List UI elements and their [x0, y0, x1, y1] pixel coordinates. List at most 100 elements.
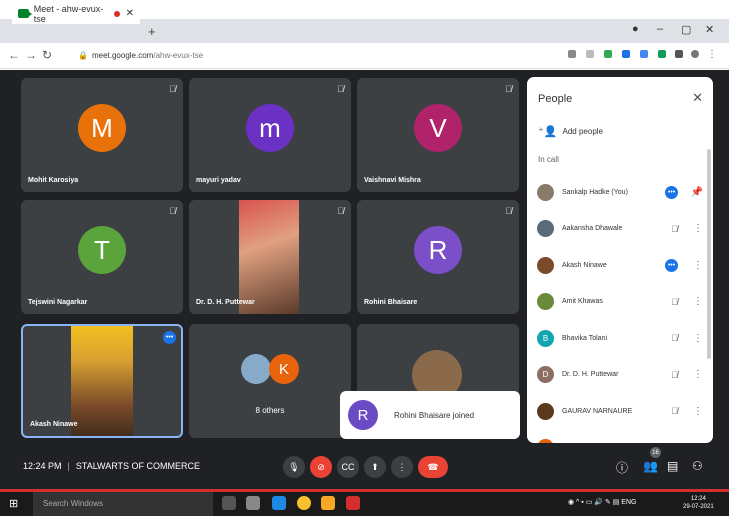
list-item[interactable]: Aakansha Dhawale 🎙̸ ⋮	[527, 211, 713, 248]
more-vert-icon[interactable]: ⋮	[693, 333, 703, 344]
activities-icon[interactable]: ⚇	[692, 459, 703, 473]
participant-tile[interactable]: 🎙̸ Dr. D. H. Puttewar	[189, 200, 351, 314]
participant-tile[interactable]: 🎙̸ V Vaishnavi Mishra	[357, 78, 519, 192]
more-vert-icon[interactable]: ⋮	[693, 442, 703, 443]
windows-start-icon[interactable]: ⊞	[9, 497, 18, 510]
avatar: R	[348, 400, 378, 430]
back-icon[interactable]: ←	[8, 48, 20, 62]
more-options-button[interactable]: ⋮	[391, 456, 413, 478]
language-indicator: ENG	[621, 499, 637, 506]
extension-icon[interactable]	[604, 50, 612, 58]
reload-icon[interactable]: ↻	[42, 48, 52, 62]
extension-icon[interactable]	[622, 50, 630, 58]
avatar	[537, 256, 554, 274]
list-item[interactable]: Akash Ninawe ••• ⋮	[527, 247, 713, 284]
pin-icon[interactable]: 📌	[691, 187, 703, 198]
new-tab-icon[interactable]: +	[148, 24, 156, 39]
list-item[interactable]: Sankalp Hadke (You) ••• 📌	[527, 174, 713, 211]
list-item[interactable]: Amit Khawas 🎙̸ ⋮	[527, 284, 713, 321]
participant-video	[71, 326, 133, 436]
tab-title: Meet - ahw-evux-tse	[33, 3, 104, 24]
extension-icon[interactable]	[640, 50, 648, 58]
participant-count-badge: 16	[650, 447, 661, 458]
minimize-icon[interactable]: –	[657, 23, 663, 35]
chat-icon[interactable]: ▤	[667, 459, 678, 473]
more-vert-icon[interactable]: ⋮	[693, 296, 703, 307]
participant-name: Bhavika Tolani	[562, 334, 608, 342]
in-call-heading: In call	[538, 155, 559, 164]
meeting-time: 12:24 PM	[23, 461, 62, 471]
participant-tile[interactable]: 🎙̸ M Mohit Karosiya	[21, 78, 183, 192]
forward-icon[interactable]: →	[25, 48, 37, 62]
avatar: R	[414, 226, 462, 275]
browser-tab[interactable]: Meet - ahw-evux-tse ✕	[12, 3, 140, 24]
mic-off-icon: 🎙̸	[671, 223, 678, 234]
avatar[interactable]	[691, 50, 699, 58]
people-panel: People ✕ ⁺👤 Add people In call Sankalp H…	[527, 77, 713, 443]
avatar: m	[246, 104, 294, 153]
mic-button[interactable]: 🎙	[283, 456, 305, 478]
meet-favicon-icon	[18, 9, 32, 18]
camera-off-button[interactable]: ⊘	[310, 456, 332, 478]
participant-list: Sankalp Hadke (You) ••• 📌 Aakansha Dhawa…	[527, 174, 713, 443]
url-host: meet.google.com	[91, 51, 154, 60]
url-field[interactable]: 🔒 meet.google.com/ahw-evux-tse	[78, 51, 203, 60]
camera-icon[interactable]	[568, 50, 576, 58]
leave-call-button[interactable]: ☎	[418, 456, 448, 478]
mic-off-icon: 🎙̸	[337, 84, 344, 94]
file-explorer-icon[interactable]	[321, 496, 335, 510]
add-people-button[interactable]: ⁺👤 Add people	[538, 125, 603, 138]
pdf-reader-icon[interactable]	[346, 496, 360, 510]
puzzle-icon[interactable]	[675, 50, 683, 58]
list-item[interactable]: B Bhavika Tolani 🎙̸ ⋮	[527, 320, 713, 357]
maximize-icon[interactable]: ▢	[681, 23, 691, 36]
chrome-icon[interactable]	[297, 496, 311, 510]
lock-icon: 🔒	[78, 51, 88, 60]
others-tile[interactable]: K 8 others	[189, 324, 351, 438]
store-icon[interactable]	[246, 496, 260, 510]
participant-name: Rohini Bhaisare	[364, 299, 418, 306]
mic-off-icon: 🎙̸	[169, 206, 176, 216]
meeting-name: STALWARTS OF COMMERCE	[75, 461, 201, 471]
present-button[interactable]: ⬆	[364, 456, 386, 478]
list-item[interactable]: D Dr. D. H. Puttewar 🎙̸ ⋮	[527, 357, 713, 394]
participant-video	[239, 200, 299, 314]
participant-tile[interactable]: 🎙̸ T Tejswini Nagarkar	[21, 200, 183, 314]
participant-name: Akash Ninawe	[562, 261, 607, 269]
scrollbar[interactable]	[707, 149, 711, 359]
info-icon[interactable]: ⓘ	[616, 459, 628, 476]
menu-icon[interactable]: ⋮	[707, 49, 717, 60]
close-tab-icon[interactable]: ✕	[126, 8, 134, 19]
avatar: D	[537, 366, 554, 384]
add-people-label: Add people	[562, 127, 603, 136]
more-vert-icon[interactable]: ⋮	[693, 223, 703, 234]
profile-icon[interactable]: ●	[632, 23, 639, 35]
participant-tile[interactable]: 🎙̸ m mayuri yadav	[189, 78, 351, 192]
participant-tile[interactable]: 🎙̸ R Rohini Bhaisare	[357, 200, 519, 314]
system-tray[interactable]: ◉ ^ ▪ ▭ 🔊 ✎ ▤ ENG	[568, 498, 636, 506]
more-options-icon[interactable]: •••	[665, 185, 678, 199]
more-vert-icon[interactable]: ⋮	[693, 369, 703, 380]
star-icon[interactable]	[586, 50, 594, 58]
task-view-icon[interactable]	[222, 496, 236, 510]
participant-name: Dr. D. H. Puttewar	[196, 299, 255, 306]
taskbar-clock[interactable]: 12:24 29-07-2021	[683, 495, 714, 511]
avatar	[537, 293, 554, 311]
search-input[interactable]: Search Windows	[33, 492, 213, 516]
close-icon[interactable]: ✕	[692, 90, 703, 106]
more-vert-icon[interactable]: ⋮	[693, 406, 703, 417]
extension-icon[interactable]	[658, 50, 666, 58]
more-options-icon[interactable]: •••	[665, 258, 678, 272]
participant-name: Dr. D. H. Puttewar	[562, 371, 619, 379]
more-vert-icon[interactable]: ⋮	[693, 260, 703, 271]
participant-tile-active-speaker[interactable]: ••• Akash Ninawe	[21, 324, 183, 438]
participant-name: Amit Khawas	[562, 298, 603, 306]
captions-button[interactable]: CC	[337, 456, 359, 478]
close-window-icon[interactable]: ✕	[705, 23, 714, 36]
mic-off-icon: 🎙̸	[671, 369, 678, 380]
more-options-icon[interactable]: •••	[163, 331, 176, 344]
edge-icon[interactable]	[272, 496, 286, 510]
people-icon[interactable]: 👥	[643, 459, 658, 473]
list-item[interactable]: 🎙̸ ⋮	[527, 430, 713, 443]
list-item[interactable]: GAURAV NARNAURE 🎙̸ ⋮	[527, 393, 713, 430]
